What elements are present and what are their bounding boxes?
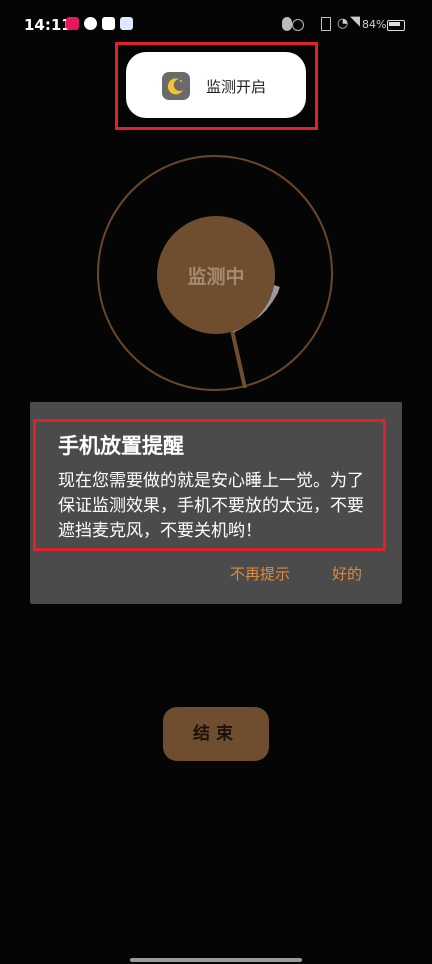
monitor-core: 监测中 bbox=[157, 216, 275, 334]
file-icon bbox=[321, 17, 331, 31]
wifi-icon: ◔ bbox=[337, 16, 349, 31]
dialog-title: 手机放置提醒 bbox=[58, 434, 184, 458]
dialog-body: 现在您需要做的就是安心睡上一觉。为了保证监测效果，手机不要放的太远，不要遮挡麦克… bbox=[58, 471, 364, 541]
home-indicator[interactable] bbox=[130, 958, 302, 962]
battery-percent: 84% bbox=[362, 18, 387, 31]
signal-icon: ◥ bbox=[350, 14, 360, 29]
app-notification-icon bbox=[120, 17, 133, 30]
battery-icon bbox=[387, 20, 405, 31]
toast-label: 监测开启 bbox=[206, 78, 267, 96]
app-notification-icon bbox=[84, 17, 97, 30]
end-button[interactable]: 结束 bbox=[163, 707, 269, 761]
microphone-icon bbox=[282, 17, 292, 31]
dont-show-again-button[interactable]: 不再提示 bbox=[230, 563, 290, 584]
ok-button[interactable]: 好的 bbox=[332, 563, 362, 584]
app-notification-icon bbox=[66, 17, 79, 30]
monitoring-started-toast: 监测开启 bbox=[126, 52, 306, 118]
mute-icon bbox=[292, 19, 304, 31]
moon-icon bbox=[162, 72, 190, 100]
monitoring-status-label: 监测中 bbox=[187, 266, 245, 288]
status-time: 14:11 bbox=[24, 16, 72, 34]
app-notification-icon bbox=[102, 17, 115, 30]
